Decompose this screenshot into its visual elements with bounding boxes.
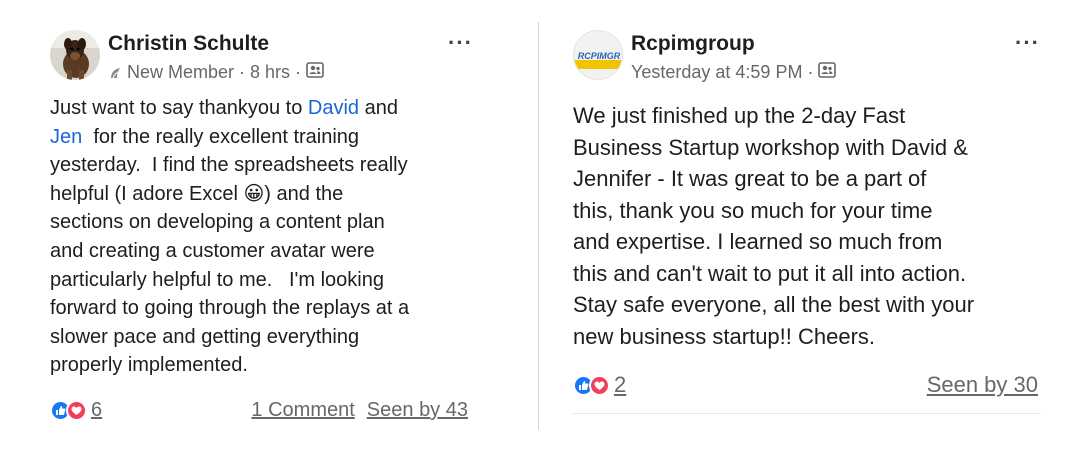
body-line: helpful (I adore Excel 😀) and the xyxy=(50,182,344,205)
new-member-icon xyxy=(108,65,124,81)
footer-divider xyxy=(573,413,1041,414)
mention-david[interactable]: David xyxy=(308,97,359,119)
body-line: Business Startup workshop with David & xyxy=(573,134,968,160)
reactions-count[interactable]: 2 xyxy=(614,372,626,398)
body-line: particularly helpful to me. I'm looking xyxy=(50,268,384,291)
post-time[interactable]: 8 hrs xyxy=(250,62,290,83)
separator: · xyxy=(807,62,814,82)
more-options-icon[interactable]: ··· xyxy=(448,30,473,56)
body-line: sections on developing a content plan xyxy=(50,211,385,234)
body-line: We just finished up the 2-day Fast xyxy=(573,103,906,128)
body-line: Stay safe everyone, all the best with yo… xyxy=(573,292,975,317)
post-divider xyxy=(538,22,539,430)
reaction-icons[interactable] xyxy=(50,400,87,421)
body-line: properly implemented. xyxy=(50,354,248,377)
reaction-icons[interactable] xyxy=(573,374,610,396)
body-line: Just want to say thankyou to David and xyxy=(50,97,398,119)
dog-avatar-icon xyxy=(50,30,100,80)
body-line: this and can't wait to put it all into a… xyxy=(573,260,967,286)
post-footer: 2 Seen by 30 xyxy=(573,372,1038,398)
post-time[interactable]: Yesterday at 4:59 PM xyxy=(631,62,802,83)
body-line: forward to going through the replays at … xyxy=(50,297,410,320)
author-name[interactable]: Rcpimgroup xyxy=(631,32,755,56)
post-meta: New Member · 8 hrs · xyxy=(108,62,324,83)
post-body: We just finished up the 2-day Fast Busin… xyxy=(573,100,974,352)
svg-text:RCPIMGR: RCPIMGR xyxy=(578,51,621,61)
author-avatar[interactable]: RCPIMGR xyxy=(573,30,623,80)
comments-link[interactable]: 1 Comment xyxy=(251,399,354,422)
seen-by-link[interactable]: Seen by 30 xyxy=(927,372,1038,398)
author-avatar[interactable] xyxy=(50,30,100,80)
reactions-count[interactable]: 6 xyxy=(91,399,102,422)
post-body: Just want to say thankyou to David and J… xyxy=(50,94,409,380)
body-line: this, thank you so much for your time xyxy=(573,197,933,223)
grinning-emoji-icon: 😀 xyxy=(243,182,265,205)
group-icon xyxy=(306,62,324,83)
separator: · xyxy=(239,62,246,82)
more-options-icon[interactable]: ··· xyxy=(1015,30,1040,56)
post-meta: Yesterday at 4:59 PM · xyxy=(631,62,837,83)
body-line: slower pace and getting everything xyxy=(50,325,360,348)
group-icon xyxy=(818,62,837,83)
separator: · xyxy=(295,62,302,82)
mention-jen[interactable]: Jen xyxy=(50,126,82,148)
body-line: Jen for the really excellent training xyxy=(50,125,360,148)
love-reaction-icon xyxy=(589,374,610,396)
rcpim-logo-icon: RCPIMGR xyxy=(574,51,622,69)
seen-by-link[interactable]: Seen by 43 xyxy=(367,399,468,422)
body-line: Jennifer - It was great to be a part of xyxy=(573,166,927,191)
body-line: yesterday. I find the spreadsheets reall… xyxy=(50,154,408,177)
author-name[interactable]: Christin Schulte xyxy=(108,32,269,56)
body-line: new business startup!! Cheers. xyxy=(573,323,876,349)
body-line: and creating a customer avatar were xyxy=(50,239,375,262)
body-line: and expertise. I learned so much from xyxy=(573,229,943,254)
love-reaction-icon xyxy=(66,400,87,421)
post-footer: 6 1 Comment Seen by 43 xyxy=(50,399,468,422)
member-badge[interactable]: New Member xyxy=(127,62,234,83)
